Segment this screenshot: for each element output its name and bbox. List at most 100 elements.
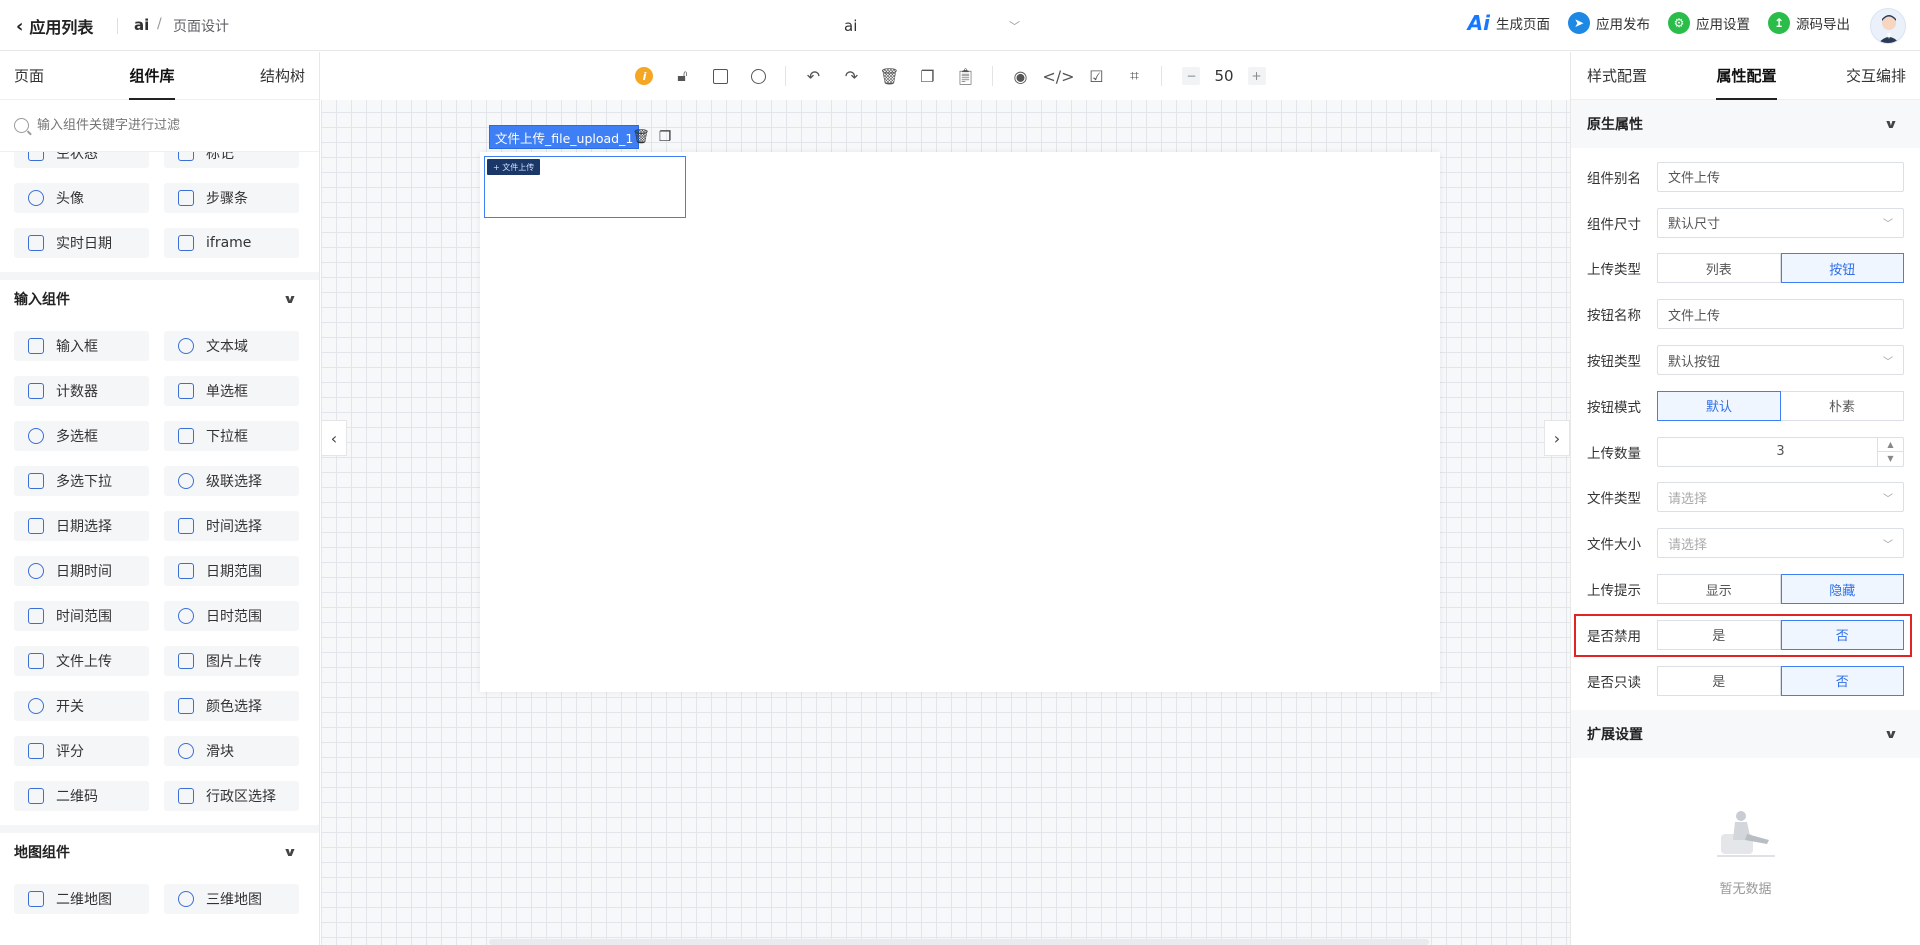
- locate-button[interactable]: [739, 61, 777, 91]
- paste-button[interactable]: 📋︎: [946, 61, 984, 91]
- component-item[interactable]: 多选框: [14, 421, 149, 451]
- component-item[interactable]: 文本域: [164, 331, 299, 361]
- component-avatar[interactable]: 头像: [14, 183, 149, 213]
- component-item[interactable]: 多选下拉: [14, 466, 149, 496]
- component-empty-state[interactable]: 空状态: [14, 152, 149, 168]
- component-item[interactable]: 日时范围: [164, 601, 299, 631]
- crop-button[interactable]: ⌗: [1115, 61, 1153, 91]
- tab-structure-tree[interactable]: 结构树: [260, 52, 305, 100]
- validate-button[interactable]: ☑: [1077, 61, 1115, 91]
- empty-state: 暂无数据: [1571, 804, 1920, 897]
- component-item[interactable]: 评分: [14, 736, 149, 766]
- alias-input[interactable]: 文件上传: [1657, 161, 1904, 192]
- component-item[interactable]: 输入框: [14, 331, 149, 361]
- component-list[interactable]: 空状态 标记 头像 步骤条 实时日期 iframe 输入组件 ∨ 输入框 文本域计…: [0, 152, 319, 945]
- readonly-no[interactable]: 否: [1780, 665, 1904, 696]
- decrement-icon[interactable]: ▼: [1878, 451, 1903, 466]
- generate-page-button[interactable]: Ai 生成页面: [1468, 11, 1550, 35]
- component-item[interactable]: 二维地图: [14, 884, 149, 914]
- component-steps[interactable]: 步骤条: [164, 183, 299, 213]
- info-button[interactable]: i: [625, 61, 663, 91]
- upload-tip-show[interactable]: 显示: [1657, 574, 1781, 605]
- publish-app-button[interactable]: ➤ 应用发布: [1568, 12, 1650, 34]
- component-item[interactable]: 单选框: [164, 376, 299, 406]
- collapse-right-button[interactable]: ›: [1544, 420, 1570, 456]
- component-grid-top: 空状态 标记 头像 步骤条 实时日期 iframe: [0, 152, 319, 258]
- component-search-input[interactable]: [37, 118, 297, 133]
- preview-button[interactable]: ◉: [1001, 61, 1039, 91]
- component-item[interactable]: 行政区选择: [164, 781, 299, 811]
- upload-type-list[interactable]: 列表: [1657, 253, 1781, 284]
- component-item[interactable]: 图片上传: [164, 646, 299, 676]
- section-extend-settings[interactable]: 扩展设置 ∨: [1571, 709, 1920, 758]
- upload-count-stepper[interactable]: 3 ▲ ▼: [1657, 436, 1904, 467]
- button-name-input[interactable]: 文件上传: [1657, 299, 1904, 330]
- prop-upload-count: 上传数量 3 ▲ ▼: [1571, 429, 1920, 475]
- breadcrumb-app[interactable]: ai: [134, 16, 149, 34]
- component-item[interactable]: 三维地图: [164, 884, 299, 914]
- component-item[interactable]: 日期范围: [164, 556, 299, 586]
- component-item[interactable]: 开关: [14, 691, 149, 721]
- upload-type-button[interactable]: 按钮: [1780, 253, 1904, 284]
- tab-components[interactable]: 组件库: [129, 52, 175, 100]
- file-size-select[interactable]: 请选择 ﹀: [1657, 528, 1904, 559]
- export-source-button[interactable]: ↥ 源码导出: [1768, 12, 1850, 34]
- component-item[interactable]: 日期选择: [14, 511, 149, 541]
- section-map-components[interactable]: 地图组件 ∨: [0, 825, 319, 870]
- button-mode-plain[interactable]: 朴素: [1781, 390, 1904, 421]
- disabled-no[interactable]: 否: [1780, 619, 1904, 650]
- current-page-select[interactable]: ai ﹀: [800, 14, 1020, 38]
- save-button[interactable]: [701, 61, 739, 91]
- prop-label: 按钮名称: [1587, 308, 1641, 325]
- component-item[interactable]: 计数器: [14, 376, 149, 406]
- design-canvas[interactable]: i 🔓︎ ↶ ↷ 🗑︎ ❐ 📋︎ ◉ </> ☑ ⌗ − 50 + 文件上传_f…: [321, 52, 1570, 945]
- component-item[interactable]: 文件上传: [14, 646, 149, 676]
- component-realtime-date[interactable]: 实时日期: [14, 228, 149, 258]
- component-tag[interactable]: 标记: [164, 152, 299, 168]
- code-button[interactable]: </>: [1039, 61, 1077, 91]
- button-type-select[interactable]: 默认按钮 ﹀: [1657, 345, 1904, 376]
- delete-button[interactable]: 🗑︎: [870, 61, 908, 91]
- redo-button[interactable]: ↷: [832, 61, 870, 91]
- undo-button[interactable]: ↶: [794, 61, 832, 91]
- back-to-app-list[interactable]: ‹ 应用列表: [16, 14, 93, 38]
- app-settings-button[interactable]: ⚙ 应用设置: [1668, 12, 1750, 34]
- tab-style-config[interactable]: 样式配置: [1587, 52, 1647, 100]
- selected-file-upload-component[interactable]: + 文件上传: [484, 156, 686, 218]
- selected-component-label[interactable]: 文件上传_file_upload_1: [489, 125, 640, 149]
- collapse-left-button[interactable]: ‹: [321, 420, 347, 456]
- component-item[interactable]: 时间范围: [14, 601, 149, 631]
- user-avatar[interactable]: [1870, 8, 1906, 44]
- component-item[interactable]: 时间选择: [164, 511, 299, 541]
- delete-component-button[interactable]: 🗑︎: [632, 128, 650, 146]
- component-item[interactable]: 级联选择: [164, 466, 299, 496]
- disabled-yes[interactable]: 是: [1657, 619, 1781, 650]
- section-native-props[interactable]: 原生属性 ∨: [1571, 100, 1920, 148]
- component-item[interactable]: 颜色选择: [164, 691, 299, 721]
- component-item[interactable]: 滑块: [164, 736, 299, 766]
- component-item[interactable]: 日期时间: [14, 556, 149, 586]
- button-mode-default[interactable]: 默认: [1657, 390, 1781, 421]
- copy-button[interactable]: ❐: [908, 61, 946, 91]
- size-select[interactable]: 默认尺寸 ﹀: [1657, 207, 1904, 238]
- component-iframe[interactable]: iframe: [164, 228, 299, 258]
- increment-icon[interactable]: ▲: [1878, 438, 1903, 452]
- unlock-button[interactable]: 🔓︎: [663, 61, 701, 91]
- zoom-in-button[interactable]: +: [1247, 67, 1266, 85]
- page-board[interactable]: [480, 152, 1440, 692]
- file-type-select[interactable]: 请选择 ﹀: [1657, 482, 1904, 513]
- horizontal-scrollbar[interactable]: [489, 939, 1429, 945]
- upload-tip-hide[interactable]: 隐藏: [1780, 574, 1904, 605]
- component-item[interactable]: 二维码: [14, 781, 149, 811]
- copy-component-button[interactable]: ❐: [656, 128, 674, 146]
- component-item[interactable]: 下拉框: [164, 421, 299, 451]
- tab-pages[interactable]: 页面: [14, 52, 44, 100]
- select-icon: [178, 428, 194, 444]
- zoom-out-button[interactable]: −: [1182, 67, 1201, 85]
- tab-property-config[interactable]: 属性配置: [1716, 52, 1777, 100]
- readonly-yes[interactable]: 是: [1657, 665, 1781, 696]
- empty-illustration-icon: [1716, 811, 1775, 857]
- section-input-components[interactable]: 输入组件 ∨: [0, 272, 319, 317]
- tab-interaction[interactable]: 交互编排: [1846, 52, 1906, 100]
- file-upload-button-preview[interactable]: + 文件上传: [487, 159, 541, 175]
